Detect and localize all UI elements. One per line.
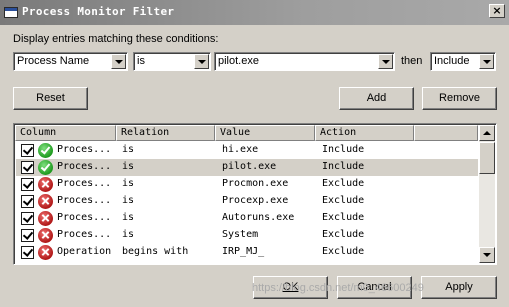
enabled-checkbox[interactable]	[21, 212, 34, 225]
exclude-x-icon	[38, 228, 53, 243]
column-header-action[interactable]: Action	[315, 125, 414, 141]
filter-list[interactable]: Column Relation Value Action Proces... is…	[13, 123, 497, 265]
enabled-checkbox[interactable]	[21, 246, 34, 259]
apply-button[interactable]: Apply	[421, 276, 497, 299]
exclude-x-icon	[38, 177, 53, 192]
action-select[interactable]: Include	[430, 52, 496, 71]
scroll-down-button[interactable]	[479, 247, 495, 263]
reset-button[interactable]: Reset	[13, 87, 88, 110]
column-header-filler	[414, 125, 478, 141]
cell-column: Proces...	[57, 178, 112, 189]
scroll-up-button[interactable]	[479, 125, 495, 141]
cell-action: Exclude	[322, 246, 365, 257]
vertical-scrollbar[interactable]	[479, 125, 495, 263]
conditions-label: Display entries matching these condition…	[13, 33, 219, 45]
include-check-icon	[38, 143, 53, 158]
cell-action: Include	[322, 161, 365, 172]
cell-value: Procmon.exe	[222, 178, 289, 189]
cell-action: Exclude	[322, 229, 365, 240]
cell-value: Procexp.exe	[222, 195, 289, 206]
cell-action: Exclude	[322, 212, 365, 223]
chevron-down-icon[interactable]	[378, 54, 393, 69]
table-row[interactable]: Proces... is hi.exe Include	[16, 142, 478, 159]
cell-column: Proces...	[57, 161, 112, 172]
cell-action: Include	[322, 144, 365, 155]
cell-relation: is	[122, 212, 135, 223]
cell-action: Exclude	[322, 195, 365, 206]
exclude-x-icon	[38, 194, 53, 209]
cell-column: Proces...	[57, 229, 112, 240]
column-select-value: Process Name	[17, 55, 90, 67]
add-button[interactable]: Add	[339, 87, 414, 110]
then-label: then	[401, 55, 423, 67]
column-header-value[interactable]: Value	[215, 125, 315, 141]
title-bar: Process Monitor Filter ×	[0, 0, 509, 25]
cell-relation: is	[122, 144, 135, 155]
window-title: Process Monitor Filter	[22, 5, 175, 18]
cell-value: System	[222, 229, 259, 240]
cell-relation: is	[122, 229, 135, 240]
cell-value: Autoruns.exe	[222, 212, 295, 223]
cell-column: Proces...	[57, 195, 112, 206]
cell-value: IRP_MJ_	[222, 246, 265, 257]
cell-relation: begins with	[122, 246, 189, 257]
table-row[interactable]: Operation begins with IRP_MJ_ Exclude	[16, 244, 478, 261]
value-combo-text: pilot.exe	[218, 55, 259, 67]
cell-relation: is	[122, 161, 135, 172]
cell-column: Proces...	[57, 212, 112, 223]
enabled-checkbox[interactable]	[21, 178, 34, 191]
column-header-relation[interactable]: Relation	[116, 125, 215, 141]
cell-value: pilot.exe	[222, 161, 277, 172]
relation-select[interactable]: is	[133, 52, 211, 71]
include-check-icon	[38, 160, 53, 175]
window-icon	[4, 7, 18, 18]
close-button[interactable]: ×	[489, 4, 505, 18]
chevron-down-icon[interactable]	[194, 54, 209, 69]
enabled-checkbox[interactable]	[21, 195, 34, 208]
chevron-down-icon[interactable]	[111, 54, 126, 69]
table-row[interactable]: Proces... is Procmon.exe Exclude	[16, 176, 478, 193]
remove-button[interactable]: Remove	[422, 87, 497, 110]
cell-relation: is	[122, 178, 135, 189]
cell-column: Operation	[57, 246, 112, 257]
column-header-column[interactable]: Column	[15, 125, 116, 141]
chevron-down-icon[interactable]	[479, 54, 494, 69]
value-combo[interactable]: pilot.exe	[214, 52, 395, 71]
scroll-thumb[interactable]	[479, 142, 495, 174]
relation-select-value: is	[137, 55, 145, 67]
cell-column: Proces...	[57, 144, 112, 155]
watermark: https://blog.csdn.net/m0_46600249	[252, 282, 424, 294]
cell-relation: is	[122, 195, 135, 206]
exclude-x-icon	[38, 211, 53, 226]
cell-action: Exclude	[322, 178, 365, 189]
table-row[interactable]: Proces... is pilot.exe Include	[16, 159, 478, 176]
cell-value: hi.exe	[222, 144, 259, 155]
enabled-checkbox[interactable]	[21, 161, 34, 174]
action-select-value: Include	[434, 55, 470, 67]
enabled-checkbox[interactable]	[21, 229, 34, 242]
enabled-checkbox[interactable]	[21, 144, 34, 157]
column-select[interactable]: Process Name	[13, 52, 128, 71]
table-row[interactable]: Proces... is Autoruns.exe Exclude	[16, 210, 478, 227]
exclude-x-icon	[38, 245, 53, 260]
table-row[interactable]: Proces... is Procexp.exe Exclude	[16, 193, 478, 210]
table-row[interactable]: Proces... is System Exclude	[16, 227, 478, 244]
